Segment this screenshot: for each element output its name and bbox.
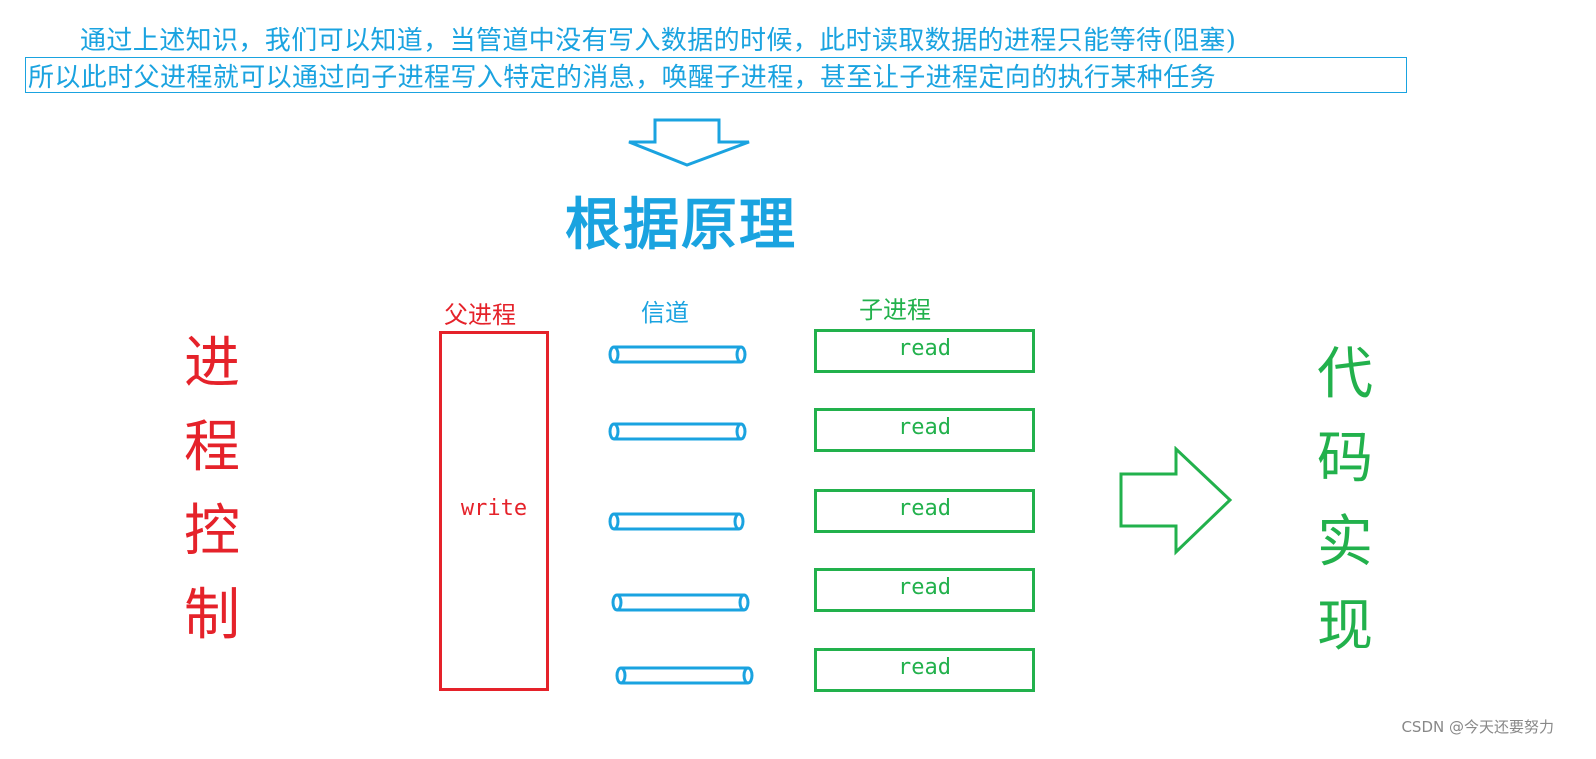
pipe-icon [608, 345, 747, 364]
process-control-vertical-text: 进 程 控 制 [177, 322, 247, 658]
code-implementation-vertical-text: 代 码 实 现 [1310, 333, 1380, 669]
vertical-char: 代 [1317, 342, 1373, 407]
child-read-box: read [814, 648, 1035, 692]
intro-text-line2: 所以此时父进程就可以通过向子进程写入特定的消息，唤醒子进程，甚至让子进程定向的执… [28, 63, 1217, 93]
vertical-char: 码 [1317, 426, 1373, 491]
down-arrow-icon [628, 118, 750, 167]
watermark: CSDN @今天还要努力 [1401, 718, 1554, 736]
vertical-char: 现 [1317, 594, 1373, 659]
vertical-char: 程 [184, 415, 240, 480]
channel-label: 信道 [641, 299, 689, 327]
child-read-box: read [814, 408, 1035, 452]
intro-text-line1: 通过上述知识，我们可以知道，当管道中没有写入数据的时候，此时读取数据的进程只能等… [80, 26, 1237, 56]
vertical-char: 制 [184, 583, 240, 648]
parent-process-label: 父进程 [444, 301, 516, 329]
child-read-box: read [814, 568, 1035, 612]
vertical-char: 控 [184, 499, 240, 564]
child-process-label: 子进程 [859, 296, 931, 324]
right-arrow-icon [1119, 446, 1233, 556]
child-read-box: read [814, 329, 1035, 373]
vertical-char: 实 [1317, 510, 1373, 575]
pipe-icon [611, 593, 750, 612]
pipe-icon [608, 512, 745, 531]
vertical-char: 进 [184, 331, 240, 396]
pipes-group [608, 345, 754, 685]
principle-title: 根据原理 [565, 192, 797, 258]
pipe-icon [608, 422, 747, 441]
child-read-box: read [814, 489, 1035, 533]
parent-write-text: write [460, 496, 528, 521]
pipe-icon [615, 666, 754, 685]
